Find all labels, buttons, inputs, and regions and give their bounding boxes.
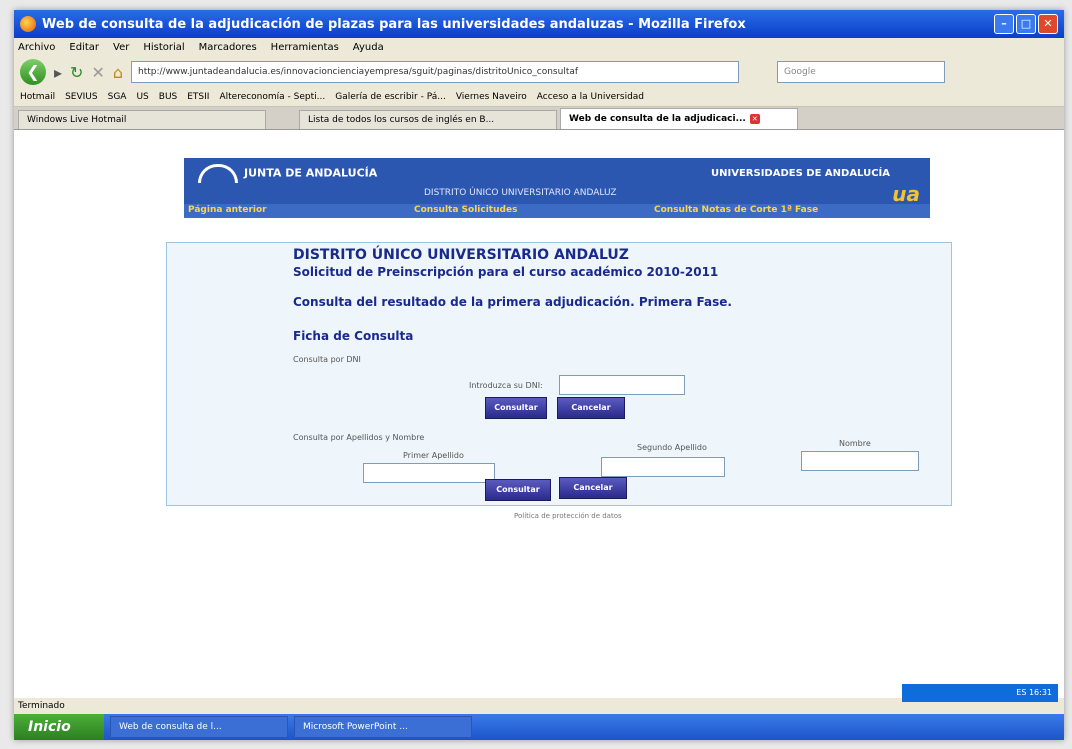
- cancelar-dni-button[interactable]: Cancelar: [557, 397, 625, 419]
- stop-icon[interactable]: ✕: [91, 63, 104, 82]
- firefox-icon: [20, 16, 36, 32]
- bookmark-sevius[interactable]: SEVIUS: [65, 92, 98, 102]
- forward-icon[interactable]: ▸: [54, 63, 62, 82]
- tab-label: Web de consulta de la adjudicaci...: [569, 114, 746, 124]
- nav-solicitudes-link[interactable]: Consulta Solicitudes: [414, 205, 517, 215]
- name-section-label: Consulta por Apellidos y Nombre: [293, 433, 425, 442]
- home-icon[interactable]: ⌂: [113, 63, 123, 82]
- tab-bar: Windows Live Hotmail Lista de todos los …: [14, 107, 1064, 130]
- site-header: JUNTA DE ANDALUCÍA UNIVERSIDADES DE ANDA…: [184, 158, 930, 218]
- navigation-bar: ❮ ▸ ↻ ✕ ⌂ http://www.juntadeandalucia.es…: [14, 56, 1064, 88]
- consulta-form: DISTRITO ÚNICO UNIVERSITARIO ANDALUZ Sol…: [166, 242, 952, 506]
- consultar-nombre-button[interactable]: Consultar: [485, 479, 551, 501]
- logo-text: JUNTA DE ANDALUCÍA: [244, 166, 378, 180]
- menu-ver[interactable]: Ver: [113, 42, 129, 53]
- status-text: Terminado: [18, 701, 65, 711]
- form-subtitle: Solicitud de Preinscripción para el curs…: [293, 265, 719, 279]
- system-tray: ES 16:31: [902, 684, 1058, 702]
- bookmark-altereconomia[interactable]: Altereconomía - Septi...: [219, 92, 325, 102]
- bookmark-viernes[interactable]: Viernes Naveiro: [456, 92, 527, 102]
- dni-label: Introduzca su DNI:: [469, 381, 543, 390]
- menu-bar: Archivo Editar Ver Historial Marcadores …: [14, 38, 1064, 56]
- browser-window: Web de consulta de la adjudicación de pl…: [14, 10, 1064, 740]
- tab-hotmail[interactable]: Windows Live Hotmail: [18, 110, 266, 129]
- segundo-apellido-label: Segundo Apellido: [637, 443, 707, 452]
- menu-herramientas[interactable]: Herramientas: [271, 42, 339, 53]
- maximize-button[interactable]: □: [1016, 14, 1036, 34]
- univ-text: UNIVERSIDADES DE ANDALUCÍA: [711, 168, 890, 179]
- tab-cursos-ingles[interactable]: Lista de todos los cursos de inglés en B…: [299, 110, 557, 129]
- privacy-link[interactable]: Política de protección de datos: [514, 512, 622, 520]
- start-button[interactable]: Inicio: [14, 714, 104, 740]
- dni-input[interactable]: [559, 375, 685, 395]
- url-input[interactable]: http://www.juntadeandalucia.es/innovacio…: [131, 61, 739, 83]
- ficha-title: Ficha de Consulta: [293, 329, 414, 343]
- bookmark-etsii[interactable]: ETSII: [187, 92, 209, 102]
- segundo-apellido-input[interactable]: [601, 457, 725, 477]
- page-content: JUNTA DE ANDALUCÍA UNIVERSIDADES DE ANDA…: [14, 150, 1064, 698]
- ua-logo: ua: [892, 182, 920, 206]
- junta-logo: JUNTA DE ANDALUCÍA: [198, 164, 377, 183]
- tray-clock: ES 16:31: [1016, 688, 1052, 697]
- bookmark-bus[interactable]: BUS: [159, 92, 177, 102]
- bookmark-hotmail[interactable]: Hotmail: [20, 92, 55, 102]
- nav-notas-link[interactable]: Consulta Notas de Corte 1ª Fase: [654, 205, 818, 215]
- reload-icon[interactable]: ↻: [70, 63, 83, 82]
- task-powerpoint[interactable]: Microsoft PowerPoint ...: [294, 716, 472, 738]
- distrito-text: DISTRITO ÚNICO UNIVERSITARIO ANDALUZ: [424, 188, 617, 198]
- menu-archivo[interactable]: Archivo: [18, 42, 55, 53]
- bookmark-us[interactable]: US: [136, 92, 148, 102]
- cancelar-nombre-button[interactable]: Cancelar: [559, 477, 627, 499]
- search-input[interactable]: Google: [777, 61, 945, 83]
- consultar-dni-button[interactable]: Consultar: [485, 397, 547, 419]
- tab-consulta[interactable]: Web de consulta de la adjudicaci... ✕: [560, 108, 798, 129]
- menu-historial[interactable]: Historial: [143, 42, 184, 53]
- taskbar: Inicio Web de consulta de l... Microsoft…: [14, 714, 1064, 740]
- result-title: Consulta del resultado de la primera adj…: [293, 295, 732, 309]
- nombre-input[interactable]: [801, 451, 919, 471]
- primer-apellido-input[interactable]: [363, 463, 495, 483]
- menu-ayuda[interactable]: Ayuda: [353, 42, 384, 53]
- nombre-label: Nombre: [839, 439, 871, 448]
- header-nav: Página anterior Consulta Solicitudes Con…: [184, 204, 930, 218]
- bookmark-acceso[interactable]: Acceso a la Universidad: [537, 92, 644, 102]
- dni-section-label: Consulta por DNI: [293, 355, 361, 364]
- close-button[interactable]: ✕: [1038, 14, 1058, 34]
- task-firefox[interactable]: Web de consulta de l...: [110, 716, 288, 738]
- primer-apellido-label: Primer Apellido: [403, 451, 464, 460]
- minimize-button[interactable]: –: [994, 14, 1014, 34]
- nav-prev-link[interactable]: Página anterior: [188, 205, 267, 215]
- menu-editar[interactable]: Editar: [69, 42, 99, 53]
- window-title: Web de consulta de la adjudicación de pl…: [42, 16, 746, 32]
- menu-marcadores[interactable]: Marcadores: [199, 42, 257, 53]
- back-button[interactable]: ❮: [20, 59, 46, 85]
- bookmarks-bar: Hotmail SEVIUS SGA US BUS ETSII Altereco…: [14, 88, 1064, 107]
- form-title: DISTRITO ÚNICO UNIVERSITARIO ANDALUZ: [293, 247, 629, 263]
- bookmark-galeria[interactable]: Galería de escribir - Pá...: [335, 92, 446, 102]
- bookmark-sga[interactable]: SGA: [108, 92, 127, 102]
- junta-arc-icon: [198, 164, 238, 183]
- tab-close-icon[interactable]: ✕: [749, 114, 760, 124]
- title-bar: Web de consulta de la adjudicación de pl…: [14, 10, 1064, 38]
